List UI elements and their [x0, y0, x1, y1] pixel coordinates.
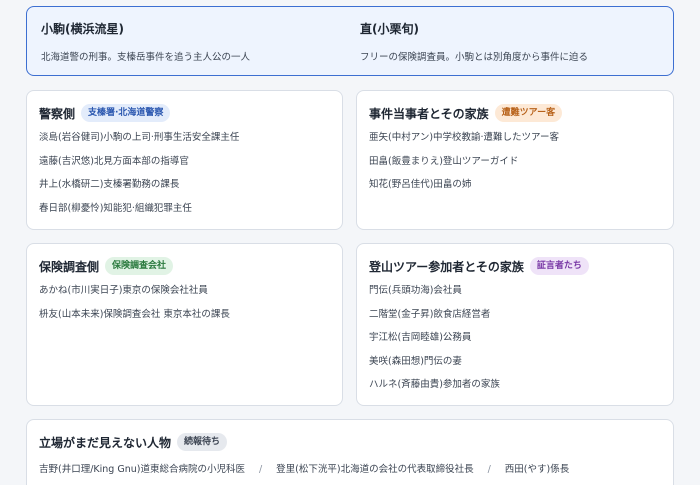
list-item: 二階堂(金子昇)飲食店経営者: [369, 308, 491, 320]
lead-character-nao: 直(小栗旬) フリーの保険調査員。小駒とは別角度から事件に迫る: [354, 7, 673, 75]
insurance-group-card: 保険調査側 保険調査会社 あかね(市川実日子)東京の保険会社社員 枡友(山本未来…: [26, 243, 343, 406]
list-item: 井上(水橋研二)支榛署勤務の課長: [39, 179, 180, 190]
card-header: 登山ツアー参加者とその家族 証言者たち: [369, 256, 673, 276]
list-item: 亜矢(中村アン)中学校教諭·遭難したツアー客: [369, 132, 559, 143]
group-title: 保険調査側: [39, 259, 100, 274]
character-list: あかね(市川実日子)東京の保険会社社員 枡友(山本未来)保険調査会社 東京本社の…: [39, 283, 342, 330]
list-item: ハルネ(斉藤由貴)参加者の家族: [369, 379, 500, 390]
tour-participants-group-card: 登山ツアー参加者とその家族 証言者たち 門伝(兵頭功海)会社員 二階堂(金子昇)…: [356, 243, 674, 406]
list-item: 宇江松(吉岡睦雄)公務員: [369, 332, 472, 343]
character-list: 門伝(兵頭功海)会社員 二階堂(金子昇)飲食店経営者 宇江松(吉岡睦雄)公務員 …: [369, 283, 673, 401]
lead-description: 北海道警の刑事。支榛岳事件を追う主人公の一人: [41, 52, 251, 63]
list-item: 春日部(柳憂怜)知能犯·組織犯罪主任: [39, 202, 192, 214]
list-item: 門伝(兵頭功海)会社員: [369, 285, 462, 296]
inline-character-list: 吉野(井口理/King Gnu)道東総合病院の小児科医 / 登里(松下洸平)北海…: [39, 462, 673, 478]
group-badge: 支榛署·北海道警察: [81, 104, 171, 122]
list-item: 枡友(山本未来)保険調査会社 東京本社の課長: [39, 308, 230, 320]
group-badge: 証言者たち: [529, 257, 589, 275]
card-header: 立場がまだ見えない人物 続報待ち: [39, 432, 673, 452]
list-item: 知花(野呂佳代)田畠の姉: [369, 179, 472, 190]
list-item: 吉野(井口理/King Gnu)道東総合病院の小児科医: [39, 464, 245, 475]
group-title: 警察側: [39, 106, 76, 121]
list-item: あかね(市川実日子)東京の保険会社社員: [39, 285, 208, 296]
group-badge: 遭難ツアー客: [494, 104, 563, 122]
lead-character-komagome: 小駒(横浜流星) 北海道警の刑事。支榛岳事件を追う主人公の一人: [27, 7, 354, 75]
group-badge: 保険調査会社: [105, 257, 174, 275]
list-item: 美咲(森田想)門伝の妻: [369, 355, 462, 367]
unknown-position-group-card: 立場がまだ見えない人物 続報待ち 吉野(井口理/King Gnu)道東総合病院の…: [26, 419, 674, 485]
lead-description: フリーの保険調査員。小駒とは別角度から事件に迫る: [360, 52, 589, 63]
group-title: 立場がまだ見えない人物: [39, 435, 172, 450]
police-group-card: 警察側 支榛署·北海道警察 淡島(岩谷健司)小駒の上司·刑事生活安全課主任 遠藤…: [26, 90, 343, 230]
card-header: 保険調査側 保険調査会社: [39, 256, 342, 276]
lead-name: 直(小栗旬): [360, 22, 419, 36]
card-header: 警察側 支榛署·北海道警察: [39, 103, 342, 123]
group-title: 事件当事者とその家族: [369, 106, 489, 121]
lead-name: 小駒(横浜流星): [41, 22, 124, 36]
card-header: 事件当事者とその家族 遭難ツアー客: [369, 103, 673, 123]
group-title: 登山ツアー参加者とその家族: [369, 259, 524, 274]
character-list: 淡島(岩谷健司)小駒の上司·刑事生活安全課主任 遠藤(吉沢悠)北見方面本部の指導…: [39, 130, 342, 224]
group-badge: 続報待ち: [177, 433, 228, 451]
case-family-group-card: 事件当事者とその家族 遭難ツアー客 亜矢(中村アン)中学校教諭·遭難したツアー客…: [356, 90, 674, 230]
separator: /: [258, 464, 263, 475]
list-item: 田畠(飯豊まりえ)登山ツアーガイド: [369, 155, 519, 167]
separator: /: [487, 464, 491, 475]
character-list: 亜矢(中村アン)中学校教諭·遭難したツアー客 田畠(飯豊まりえ)登山ツアーガイド…: [369, 130, 673, 201]
lead-characters-card: 小駒(横浜流星) 北海道警の刑事。支榛岳事件を追う主人公の一人 直(小栗旬) フ…: [26, 6, 674, 76]
list-item: 淡島(岩谷健司)小駒の上司·刑事生活安全課主任: [39, 132, 240, 143]
list-item: 遠藤(吉沢悠)北見方面本部の指導官: [39, 155, 189, 167]
list-item: 登里(松下洸平)北海道の会社の代表取締役社長: [276, 464, 474, 475]
list-item: 西田(やす)係長: [504, 464, 570, 475]
